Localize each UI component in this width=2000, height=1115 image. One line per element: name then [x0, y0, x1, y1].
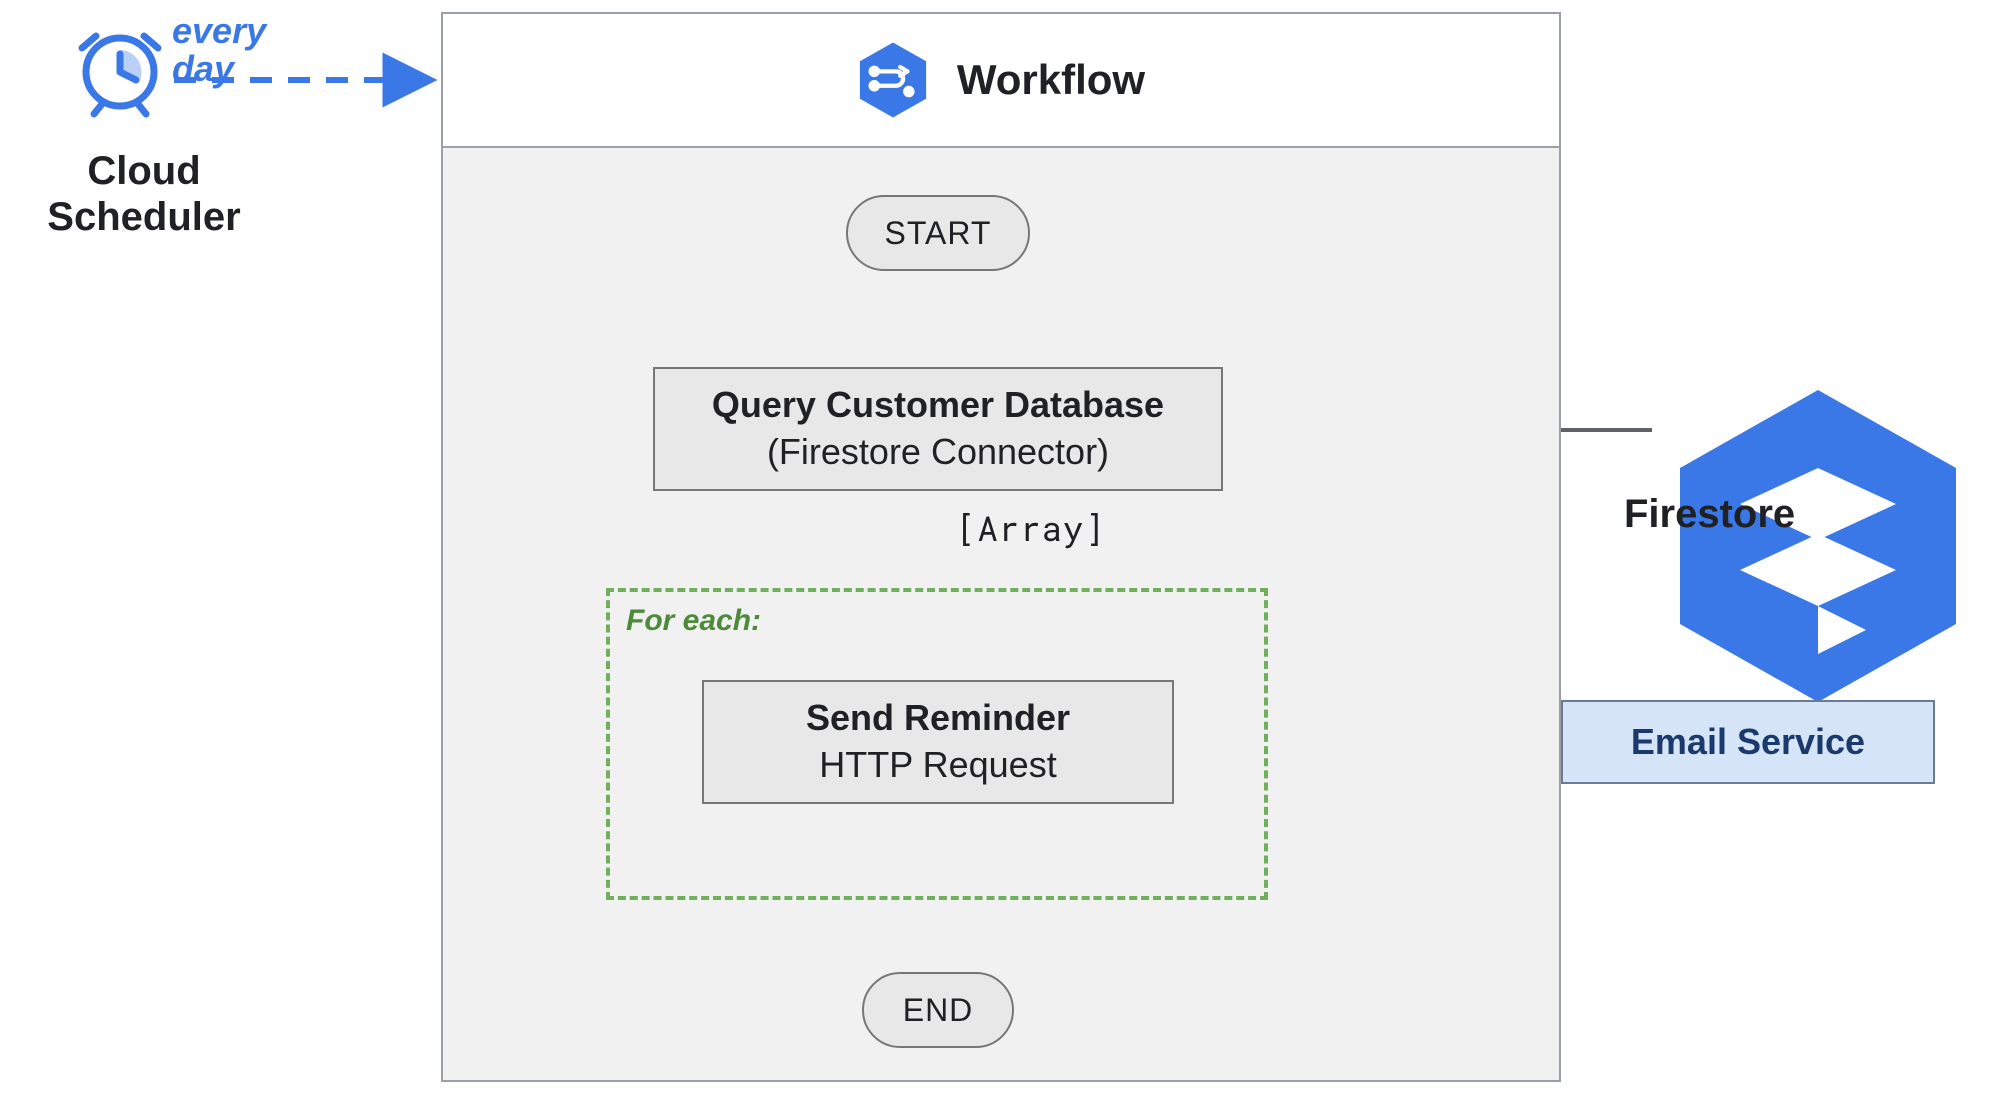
send-step-subtitle: HTTP Request [819, 742, 1056, 789]
send-step-title: Send Reminder [806, 695, 1070, 742]
query-step-subtitle: (Firestore Connector) [767, 429, 1109, 476]
array-output-label: [Array] [956, 506, 1106, 551]
trigger-frequency-label: every day [172, 12, 266, 88]
end-node: END [862, 972, 1014, 1048]
workflow-title: Workflow [957, 56, 1145, 104]
for-each-label: For each: [626, 604, 761, 638]
workflow-icon [857, 39, 929, 121]
firestore-icon [1668, 378, 1968, 714]
cloud-scheduler-icon [74, 14, 166, 125]
send-reminder-step: Send Reminder HTTP Request [702, 680, 1174, 804]
query-customer-database-step: Query Customer Database (Firestore Conne… [653, 367, 1223, 491]
query-step-title: Query Customer Database [712, 382, 1164, 429]
firestore-label: Firestore [1624, 492, 1795, 537]
cloud-scheduler-label: Cloud Scheduler [14, 148, 274, 240]
workflow-header: Workflow [443, 14, 1559, 148]
start-label: START [885, 215, 992, 252]
email-service-box: Email Service [1561, 700, 1935, 784]
email-service-label: Email Service [1631, 721, 1865, 763]
start-node: START [846, 195, 1030, 271]
end-label: END [903, 992, 974, 1029]
